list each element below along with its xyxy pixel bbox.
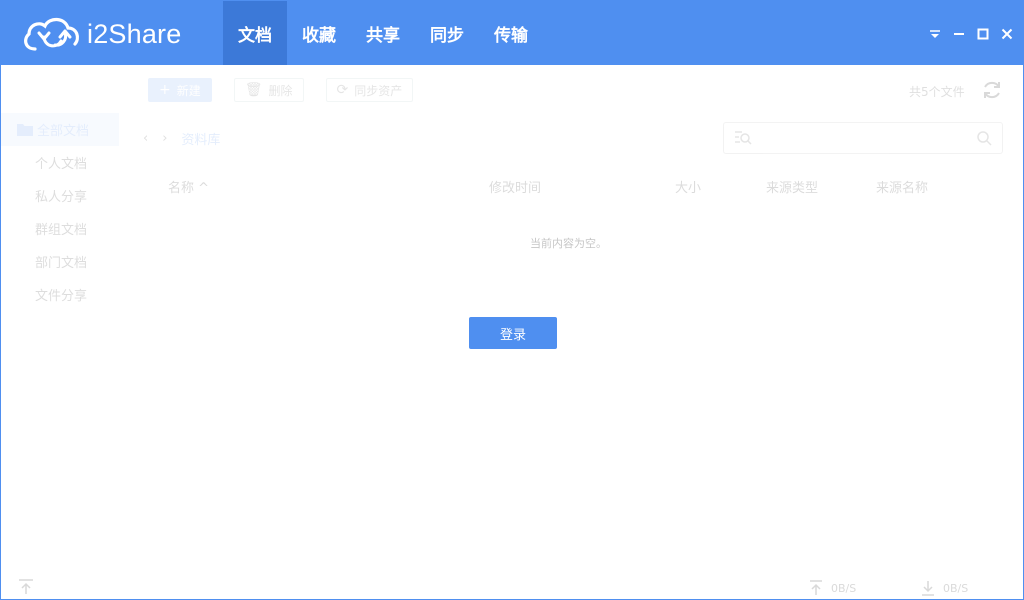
search-icon[interactable] [976, 130, 992, 146]
search-box [723, 122, 1003, 154]
breadcrumb: ‹ › 资料库 [143, 129, 220, 148]
download-speed-value: 0B/S [943, 581, 969, 595]
menu-dropdown-icon[interactable] [923, 23, 947, 45]
sync-icon: ⟳ [336, 82, 349, 98]
sidebar: 全部文档 个人文档 私人分享 群组文档 部门文档 文件分享 [1, 113, 119, 311]
main-nav: 文档 收藏 共享 同步 传输 [223, 1, 543, 65]
app-logo: i2Share [21, 15, 181, 53]
sidebar-item-file-shares[interactable]: 文件分享 [1, 278, 119, 311]
sidebar-item-personal-documents[interactable]: 个人文档 [1, 146, 119, 179]
column-header-source-type[interactable]: 来源类型 [766, 177, 818, 196]
download-speed: 0B/S [921, 580, 968, 596]
empty-message: 当前内容为空。 [530, 237, 607, 250]
sidebar-item-label: 全部文档 [37, 124, 90, 139]
maximize-icon[interactable] [971, 23, 995, 45]
upload-tray-icon[interactable] [17, 578, 35, 596]
tab-documents[interactable]: 文档 [223, 1, 287, 65]
close-icon[interactable] [995, 23, 1019, 45]
login-button[interactable]: 登录 [469, 317, 557, 349]
upload-speed: 0B/S [809, 580, 856, 596]
breadcrumb-current[interactable]: 资料库 [181, 129, 220, 148]
tab-shared[interactable]: 共享 [351, 1, 415, 65]
column-header-source-name[interactable]: 来源名称 [876, 177, 928, 196]
minimize-icon[interactable] [947, 23, 971, 45]
table-header: 名称 ^ 修改时间 大小 来源类型 来源名称 [1, 177, 1024, 197]
sidebar-item-all-documents[interactable]: 全部文档 [1, 113, 119, 146]
column-header-size[interactable]: 大小 [675, 177, 701, 196]
file-count: 共5个文件 [909, 85, 965, 99]
new-button-label: 新建 [176, 83, 201, 98]
search-input[interactable] [758, 127, 958, 149]
sync-button-label: 同步资产 [354, 83, 403, 98]
title-bar: i2Share 文档 收藏 共享 同步 传输 [1, 1, 1024, 65]
forward-arrow-icon[interactable]: › [162, 131, 167, 146]
tab-favorites[interactable]: 收藏 [287, 1, 351, 65]
column-name-label: 名称 [168, 181, 195, 196]
app-name: i2Share [87, 18, 182, 49]
sidebar-item-department-documents[interactable]: 部门文档 [1, 245, 119, 278]
status-footer: 0B/S 0B/S [1, 575, 1024, 599]
file-toolbar: + 新建 🗑 删除 ⟳ 同步资产 [148, 78, 414, 102]
tab-sync[interactable]: 同步 [415, 1, 479, 65]
upload-speed-value: 0B/S [831, 581, 857, 595]
upload-icon [810, 580, 822, 595]
folder-icon [17, 124, 33, 136]
sync-button[interactable]: ⟳ 同步资产 [325, 78, 414, 102]
sort-ascending-icon: ^ [198, 181, 210, 196]
plus-icon: + [159, 82, 171, 98]
window-controls [923, 23, 1019, 45]
cloud-sync-icon [24, 17, 79, 51]
column-header-modified[interactable]: 修改时间 [489, 177, 541, 196]
delete-button[interactable]: 🗑 删除 [233, 78, 304, 102]
trash-icon: 🗑 [244, 82, 263, 98]
sidebar-item-group-documents[interactable]: 群组文档 [1, 212, 119, 245]
delete-button-label: 删除 [268, 83, 293, 98]
column-header-name[interactable]: 名称 ^ [168, 177, 209, 196]
app-window: i2Share 文档 收藏 共享 同步 传输 + 新建 🗑 删除 ⟳ 同步资产 … [0, 0, 1024, 600]
tab-transfer[interactable]: 传输 [479, 1, 543, 65]
filter-search-icon[interactable] [734, 130, 752, 146]
new-button[interactable]: + 新建 [148, 78, 212, 102]
back-arrow-icon[interactable]: ‹ [143, 131, 148, 146]
download-icon [922, 581, 934, 596]
refresh-icon[interactable] [981, 79, 1003, 101]
